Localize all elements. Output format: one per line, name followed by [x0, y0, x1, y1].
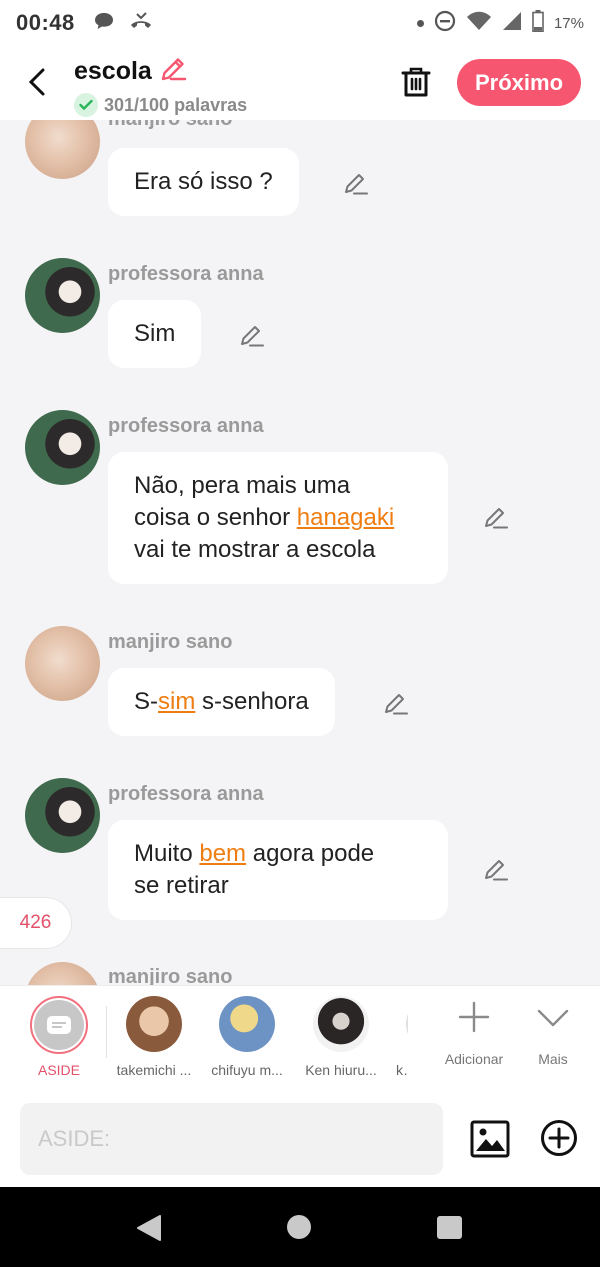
- character-ken[interactable]: Ken hiuru...: [296, 996, 386, 1078]
- edit-message-icon[interactable]: [382, 690, 410, 718]
- sender-name: manjiro sano: [108, 120, 232, 131]
- message-text: se retirar: [134, 872, 229, 899]
- message-text: vai te mostrar a escola: [134, 536, 376, 563]
- avatar: [406, 996, 408, 1052]
- avatar: [219, 996, 275, 1052]
- message-text: S-: [134, 688, 158, 715]
- sender-name: professora anna: [108, 263, 264, 285]
- avatar: [126, 996, 182, 1052]
- sender-name: professora anna: [108, 783, 264, 805]
- chevron-down-icon: [537, 1009, 569, 1027]
- image-icon[interactable]: [470, 1119, 510, 1159]
- plus-icon: [458, 1001, 490, 1033]
- sender-name: manjiro sano: [108, 631, 233, 653]
- chat-notification-icon: [93, 11, 115, 36]
- edit-message-icon[interactable]: [238, 322, 266, 350]
- avatar[interactable]: [25, 962, 100, 985]
- add-label: Adicionar: [444, 1051, 504, 1067]
- nav-recent-icon[interactable]: [437, 1216, 462, 1239]
- chat-area[interactable]: manjiro sano Era só isso ? professora an…: [0, 120, 600, 985]
- message-bubble[interactable]: Era só isso ?: [108, 148, 299, 216]
- avatar[interactable]: [25, 120, 100, 179]
- divider: [106, 1006, 107, 1058]
- character-bar: ASIDE takemichi ... chifuyu m... Ken hiu…: [0, 985, 600, 1091]
- character-takemichi[interactable]: takemichi ...: [109, 996, 199, 1078]
- more-button[interactable]: Mais: [513, 1000, 593, 1067]
- edit-message-icon[interactable]: [482, 504, 510, 532]
- edit-message-icon[interactable]: [482, 856, 510, 884]
- system-nav-bar: [0, 1187, 600, 1267]
- check-icon: [74, 93, 98, 117]
- word-count: 301/100 palavras: [104, 94, 248, 115]
- top-header: escola 301/100 palavras Próximo: [0, 46, 600, 120]
- highlighted-word[interactable]: hanagaki: [297, 504, 394, 531]
- counter-badge[interactable]: 426: [0, 897, 72, 949]
- composer-bar: [0, 1091, 600, 1187]
- nav-home-icon[interactable]: [287, 1215, 311, 1239]
- character-label: ke: [396, 1062, 408, 1078]
- message-bubble[interactable]: Sim: [108, 300, 202, 368]
- message-text: Sim: [134, 320, 176, 347]
- message-text: coisa o senhor: [134, 504, 297, 531]
- message-bubble[interactable]: S-sim s-senhora: [108, 668, 335, 736]
- status-time: 00:48: [16, 10, 75, 35]
- back-arrow-icon: [28, 68, 45, 96]
- sender-name: professora anna: [108, 415, 264, 437]
- trash-icon: [401, 67, 431, 97]
- delete-button[interactable]: [399, 64, 433, 100]
- next-button[interactable]: Próximo: [457, 59, 581, 106]
- character-partial[interactable]: ke: [378, 996, 408, 1078]
- message-text: Era só isso ?: [134, 168, 273, 195]
- avatar[interactable]: [25, 410, 100, 485]
- avatar: [313, 996, 369, 1052]
- message-text: Muito: [134, 840, 200, 867]
- notification-dot-icon: [416, 19, 424, 27]
- avatar[interactable]: [25, 626, 100, 701]
- signal-icon: [502, 11, 522, 35]
- message-text: s-senhora: [195, 688, 309, 715]
- aside-icon: [47, 1016, 71, 1034]
- do-not-disturb-icon: [434, 10, 456, 36]
- battery-icon: [532, 10, 544, 36]
- wifi-icon: [466, 11, 492, 35]
- character-aside[interactable]: ASIDE: [14, 996, 104, 1078]
- avatar[interactable]: [25, 258, 100, 333]
- highlighted-word[interactable]: sim: [158, 688, 195, 715]
- edit-message-icon[interactable]: [342, 170, 370, 198]
- add-circle-icon[interactable]: [540, 1119, 578, 1157]
- message-bubble[interactable]: Muito bem agora pode se retirar: [108, 820, 448, 920]
- edit-title-icon[interactable]: [158, 54, 188, 89]
- missed-call-icon: [129, 11, 153, 36]
- battery-percent: 17%: [553, 14, 584, 32]
- status-bar: 00:48 17%: [0, 0, 600, 46]
- highlighted-word[interactable]: bem: [199, 840, 246, 867]
- story-title[interactable]: escola: [74, 57, 152, 86]
- character-label: Ken hiuru...: [305, 1062, 377, 1078]
- character-chifuyu[interactable]: chifuyu m...: [202, 996, 292, 1078]
- avatar[interactable]: [25, 778, 100, 853]
- character-label: ASIDE: [37, 1062, 80, 1078]
- back-button[interactable]: [22, 64, 52, 100]
- message-text: agora pode: [246, 840, 375, 867]
- sender-name: manjiro sano: [108, 966, 233, 985]
- message-text: Não, pera mais uma: [134, 472, 351, 499]
- add-character-button[interactable]: Adicionar: [434, 1000, 514, 1067]
- more-label: Mais: [538, 1051, 568, 1067]
- message-input[interactable]: [20, 1103, 443, 1175]
- message-bubble[interactable]: Não, pera mais uma coisa o senhor hanaga…: [108, 452, 448, 584]
- nav-back-icon[interactable]: [136, 1214, 162, 1242]
- character-label: takemichi ...: [116, 1062, 192, 1078]
- character-label: chifuyu m...: [211, 1062, 283, 1078]
